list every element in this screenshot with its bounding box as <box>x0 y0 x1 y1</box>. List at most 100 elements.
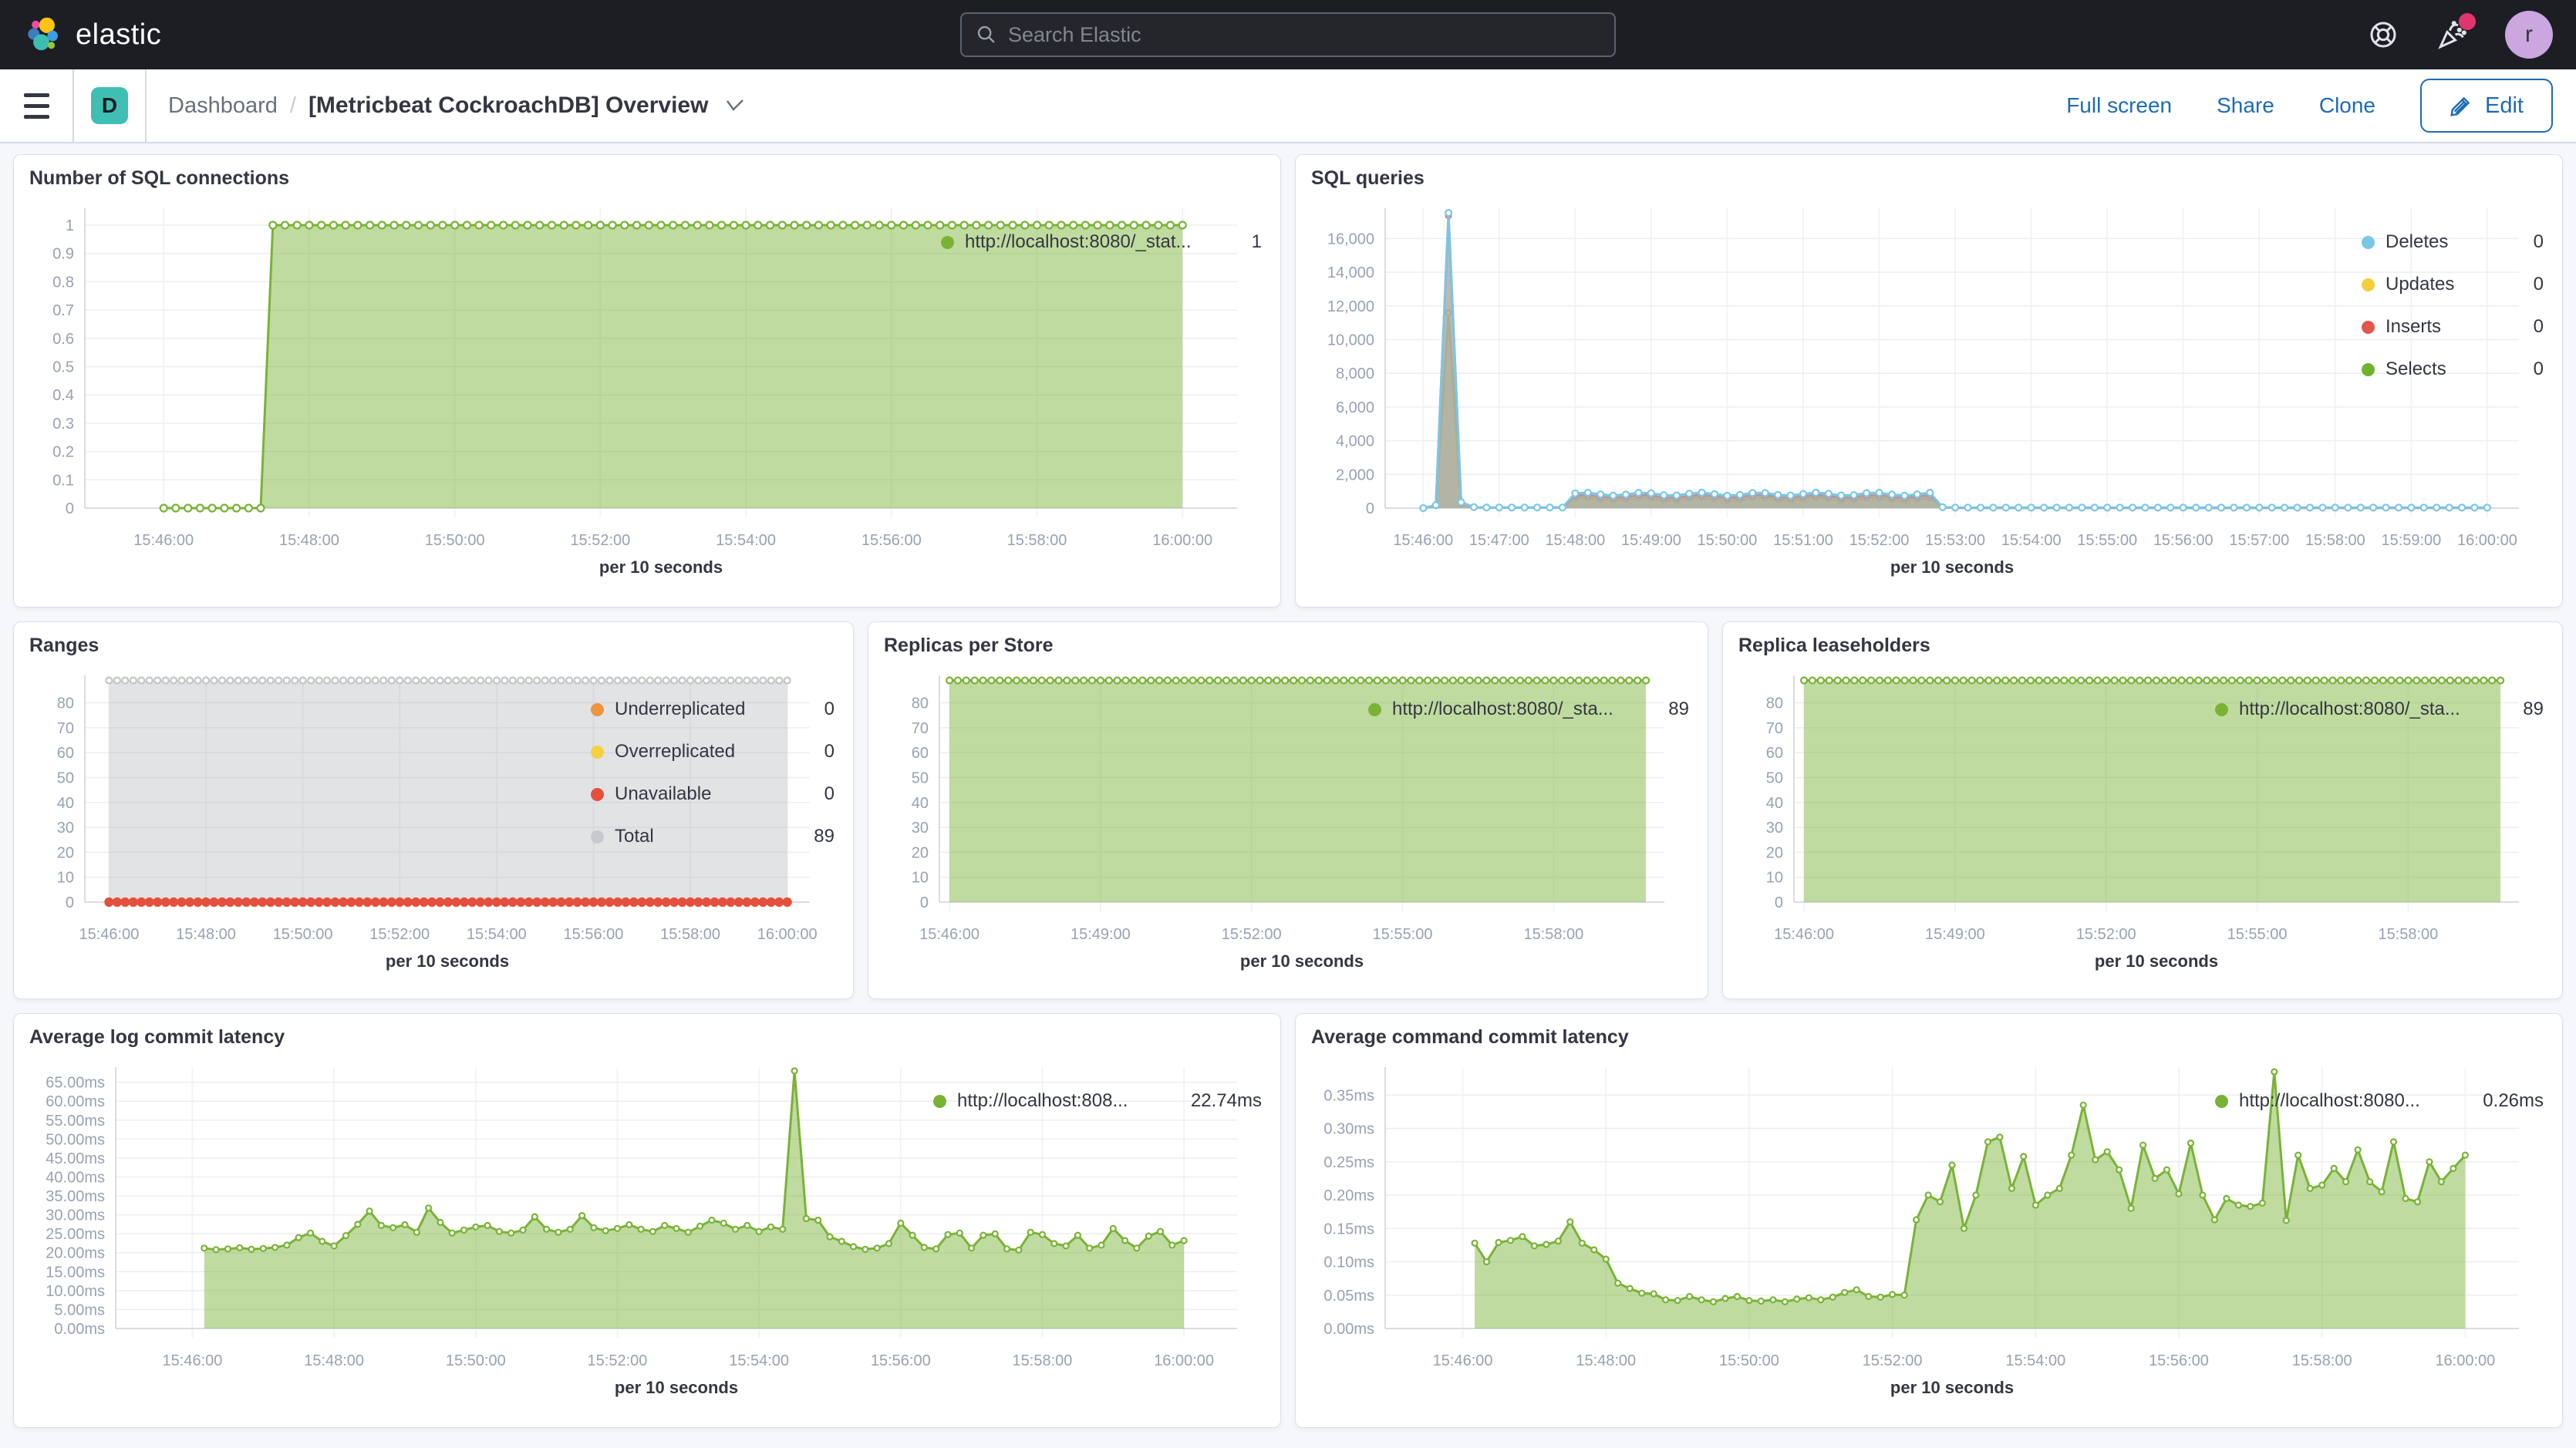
chevron-down-icon[interactable] <box>725 99 745 113</box>
panel-avg-command-commit-latency: Average command commit latency 0.00ms0.0… <box>1295 1013 2563 1428</box>
avatar-initial: r <box>2525 22 2533 48</box>
svg-text:15:50:00: 15:50:00 <box>1719 1352 1779 1369</box>
legend-value: 0 <box>2521 274 2544 295</box>
svg-text:16,000: 16,000 <box>1327 231 1374 248</box>
legend-swatch <box>591 788 604 801</box>
svg-text:15:46:00: 15:46:00 <box>1433 1352 1493 1369</box>
svg-text:15:54:00: 15:54:00 <box>2001 532 2062 549</box>
panel-title: Average command commit latency <box>1311 1026 2547 1049</box>
legend-item[interactable]: http://localhost:808...22.74ms <box>933 1090 1262 1112</box>
svg-text:15:57:00: 15:57:00 <box>2229 532 2289 549</box>
panel-title: Average log commit latency <box>29 1026 1265 1049</box>
svg-text:60.00ms: 60.00ms <box>46 1093 105 1110</box>
legend-item[interactable]: http://localhost:8080/_sta... 89 <box>2215 699 2544 720</box>
svg-text:0: 0 <box>66 500 74 517</box>
svg-text:0: 0 <box>920 894 929 911</box>
svg-text:15:56:00: 15:56:00 <box>2153 532 2214 549</box>
newsfeed-icon[interactable] <box>2436 18 2470 52</box>
legend-item[interactable]: Selects0 <box>2362 359 2544 380</box>
chart-replicas-per-store-plot[interactable]: 0102030405060708015:46:0015:49:0015:52:0… <box>884 663 1360 979</box>
legend-item[interactable]: Underreplicated 0 <box>591 699 835 720</box>
legend-item[interactable]: Overreplicated0 <box>591 741 835 763</box>
svg-text:6,000: 6,000 <box>1336 399 1374 416</box>
dashboard-app-badge[interactable]: D <box>91 87 128 124</box>
legend-label: Underreplicated <box>615 699 745 720</box>
svg-text:15:52:00: 15:52:00 <box>2076 926 2136 943</box>
legend-item[interactable]: Updates0 <box>2362 274 2544 295</box>
chart-avg-command-commit-latency-plot[interactable]: 0.00ms0.05ms0.10ms0.15ms0.20ms0.25ms0.30… <box>1311 1055 2207 1406</box>
legend-item[interactable]: http://localhost:8080/_sta... 89 <box>1368 699 1689 720</box>
share-button[interactable]: Share <box>2217 93 2274 118</box>
legend-item[interactable]: Deletes0 <box>2362 231 2544 253</box>
svg-text:14,000: 14,000 <box>1327 264 1374 281</box>
svg-text:15:51:00: 15:51:00 <box>1773 532 1833 549</box>
svg-text:5.00ms: 5.00ms <box>54 1302 105 1318</box>
svg-text:10.00ms: 10.00ms <box>46 1283 105 1300</box>
chart-replicas-per-store-legend: http://localhost:8080/_sta... 89 <box>1360 663 1692 979</box>
panel-avg-log-commit-latency: Average log commit latency 0.00ms5.00ms1… <box>13 1013 1281 1428</box>
legend-swatch <box>941 236 954 249</box>
legend-swatch <box>933 1095 946 1108</box>
svg-text:15:50:00: 15:50:00 <box>273 926 333 943</box>
svg-text:15:46:00: 15:46:00 <box>163 1352 223 1369</box>
pencil-icon <box>2450 94 2473 117</box>
svg-text:60: 60 <box>1766 745 1783 762</box>
svg-text:0.10ms: 0.10ms <box>1323 1254 1374 1271</box>
chart-sql-queries-plot[interactable]: 02,0004,0006,0008,00010,00012,00014,0001… <box>1311 196 2354 585</box>
legend-value: 89 <box>2510 699 2544 720</box>
legend-label: Total <box>615 826 654 847</box>
svg-text:15:52:00: 15:52:00 <box>369 926 430 943</box>
clone-button[interactable]: Clone <box>2319 93 2375 118</box>
svg-text:8,000: 8,000 <box>1336 365 1374 382</box>
chart-sql-queries-legend: Deletes0 Updates0 Inserts0 Selects0 <box>2354 196 2547 585</box>
svg-text:per 10 seconds: per 10 seconds <box>599 557 723 577</box>
legend-label: http://localhost:8080/_sta... <box>2239 699 2460 720</box>
svg-text:0.00ms: 0.00ms <box>1323 1321 1374 1338</box>
breadcrumb: Dashboard / [Metricbeat CockroachDB] Ove… <box>147 93 745 119</box>
svg-text:45.00ms: 45.00ms <box>46 1150 105 1167</box>
edit-button[interactable]: Edit <box>2420 79 2553 133</box>
chart-avg-log-commit-latency-plot[interactable]: 0.00ms5.00ms10.00ms15.00ms20.00ms25.00ms… <box>29 1055 926 1406</box>
breadcrumb-dashboard[interactable]: Dashboard <box>168 93 278 119</box>
legend-item[interactable]: Inserts0 <box>2362 316 2544 338</box>
legend-label: http://localhost:8080... <box>2239 1090 2420 1112</box>
svg-text:2,000: 2,000 <box>1336 466 1374 483</box>
chart-avg-log-commit-latency-legend: http://localhost:808...22.74ms <box>926 1055 1265 1406</box>
avatar[interactable]: r <box>2505 11 2553 59</box>
top-header: elastic r <box>0 0 2576 69</box>
svg-text:15:48:00: 15:48:00 <box>1545 532 1605 549</box>
legend-label: Overreplicated <box>615 741 735 763</box>
svg-text:15:46:00: 15:46:00 <box>1393 532 1453 549</box>
global-search[interactable] <box>960 12 1616 57</box>
legend-item[interactable]: http://localhost:8080...0.26ms <box>2215 1090 2544 1112</box>
legend-label: http://localhost:8080/_sta... <box>1392 699 1613 720</box>
legend-item[interactable]: Total89 <box>591 826 835 847</box>
svg-text:0.6: 0.6 <box>52 331 74 348</box>
svg-text:0.25ms: 0.25ms <box>1323 1154 1374 1171</box>
legend-item[interactable]: Unavailable0 <box>591 783 835 805</box>
chart-sql-connections-plot[interactable]: 00.10.20.30.40.50.60.70.80.9115:46:0015:… <box>29 196 933 585</box>
legend-value: 0 <box>812 699 835 720</box>
menu-icon[interactable] <box>0 69 74 142</box>
chart-sql-connections-legend: http://localhost:8080/_stat...1 <box>933 196 1265 585</box>
svg-text:65.00ms: 65.00ms <box>46 1075 105 1092</box>
chart-replica-leaseholders-plot[interactable]: 0102030405060708015:46:0015:49:0015:52:0… <box>1738 663 2207 979</box>
panel-title: Ranges <box>29 635 838 657</box>
elastic-logo[interactable]: elastic <box>23 15 161 55</box>
search-input[interactable] <box>1008 23 1600 47</box>
legend-value: 89 <box>1656 699 1689 720</box>
help-icon[interactable] <box>2366 18 2400 52</box>
svg-text:15:48:00: 15:48:00 <box>1576 1352 1636 1369</box>
svg-text:15:56:00: 15:56:00 <box>861 532 922 549</box>
svg-text:per 10 seconds: per 10 seconds <box>1890 557 2014 577</box>
full-screen-button[interactable]: Full screen <box>2066 93 2172 118</box>
dashboard-grid: Number of SQL connections 00.10.20.30.40… <box>0 143 2576 1428</box>
svg-text:20: 20 <box>1766 844 1783 861</box>
legend-value: 0 <box>2521 316 2544 338</box>
chart-ranges-plot[interactable]: 0102030405060708015:46:0015:48:0015:50:0… <box>29 663 583 979</box>
svg-text:20: 20 <box>57 844 74 861</box>
svg-text:50.00ms: 50.00ms <box>46 1131 105 1148</box>
svg-text:50: 50 <box>912 769 929 786</box>
svg-text:35.00ms: 35.00ms <box>46 1188 105 1205</box>
legend-item[interactable]: http://localhost:8080/_stat...1 <box>941 231 1262 253</box>
